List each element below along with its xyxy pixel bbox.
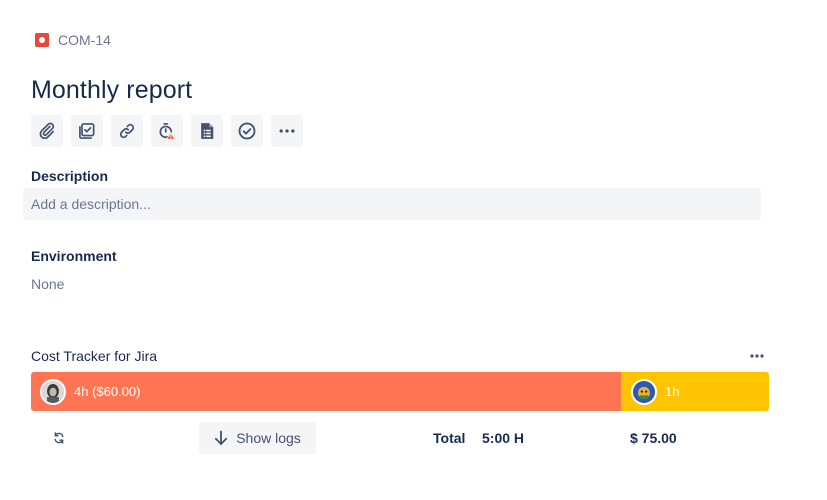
refresh-icon	[54, 432, 64, 444]
check-circle-icon	[238, 122, 256, 140]
total-cost: $ 75.00	[630, 430, 677, 446]
issue-title[interactable]: Monthly report	[31, 73, 192, 107]
sheet-app-button[interactable]	[191, 115, 223, 147]
issue-view: COM-14 Monthly report Description Add a …	[0, 0, 827, 500]
total-time: 5:00 H	[482, 430, 525, 446]
avatar	[631, 378, 657, 405]
environment-value[interactable]: None	[31, 275, 64, 293]
refresh-button[interactable]	[48, 427, 70, 449]
checklist-button[interactable]	[231, 115, 263, 147]
issue-toolbar	[31, 115, 303, 147]
link-issue-button[interactable]	[111, 115, 143, 147]
show-logs-label: Show logs	[236, 430, 301, 446]
sheet-document-icon	[201, 123, 214, 139]
more-actions-button[interactable]	[271, 115, 303, 147]
breadcrumb: COM-14	[35, 31, 111, 49]
cost-bar: 4h ($60.00) 1h	[31, 372, 769, 411]
attachment-icon	[39, 122, 55, 140]
avatar	[40, 378, 66, 405]
create-subtask-button[interactable]	[71, 115, 103, 147]
cost-segment-user-1[interactable]: 4h ($60.00)	[31, 372, 621, 411]
cost-segment-user-2[interactable]: 1h	[621, 372, 769, 411]
stopwatch-warning-icon	[159, 123, 176, 140]
issue-key-link[interactable]: COM-14	[58, 31, 111, 49]
show-logs-button[interactable]: Show logs	[199, 422, 316, 454]
total-label: Total	[433, 430, 466, 446]
cost-segment-label: 4h ($60.00)	[74, 384, 141, 399]
more-icon	[750, 354, 764, 358]
description-field[interactable]: Add a description...	[23, 188, 761, 220]
environment-label: Environment	[31, 248, 117, 264]
attach-button[interactable]	[31, 115, 63, 147]
link-icon	[119, 123, 135, 139]
arrow-down-icon	[215, 430, 228, 445]
cost-tracker-more-button[interactable]	[745, 346, 769, 366]
time-tracking-button[interactable]	[151, 115, 183, 147]
subtask-icon	[79, 123, 95, 139]
cost-tracker-title: Cost Tracker for Jira	[31, 348, 158, 364]
bug-icon	[35, 33, 49, 47]
description-label: Description	[31, 168, 109, 184]
more-icon	[279, 129, 295, 133]
cost-segment-label: 1h	[665, 384, 680, 399]
